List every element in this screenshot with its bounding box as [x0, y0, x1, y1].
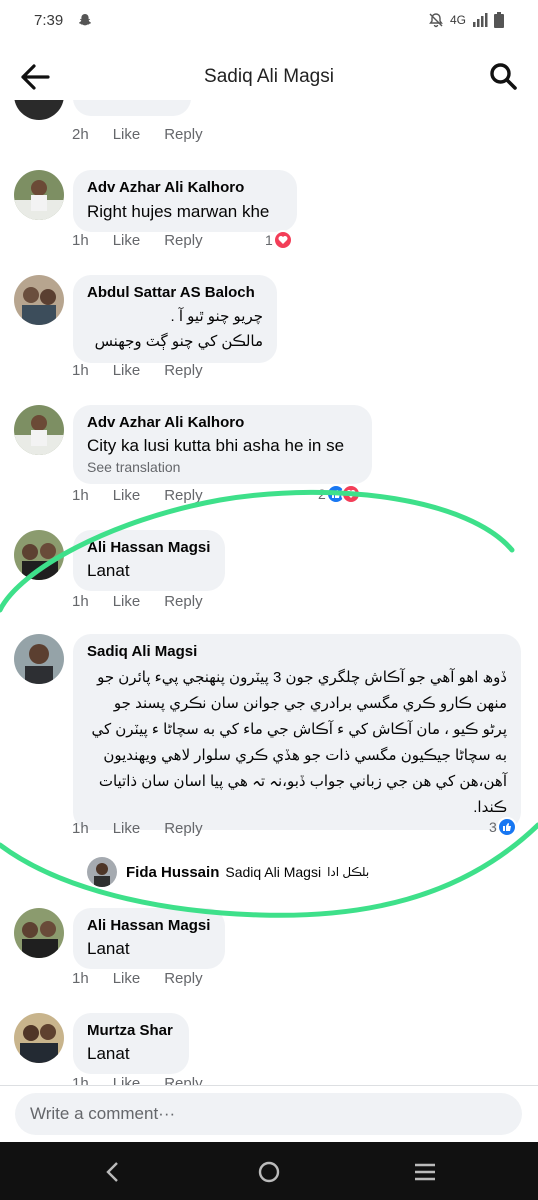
comment-time: 1h [72, 232, 89, 249]
avatar[interactable] [14, 634, 64, 684]
mute-icon [429, 13, 443, 28]
comment-time: 1h [72, 593, 89, 610]
reactions[interactable]: 2 [318, 484, 361, 504]
like-reaction-icon [496, 817, 517, 837]
comment-text: Lanat [87, 1044, 130, 1063]
comment-bubble[interactable]: Ali Hassan Magsi Lanat [73, 908, 225, 969]
comment-bubble[interactable]: Abdul Sattar AS Baloch چريو چنو ٿيو آ . … [73, 275, 277, 363]
avatar[interactable] [14, 1013, 64, 1063]
reply-button[interactable]: Reply [164, 487, 202, 504]
comment-bubble [73, 100, 191, 116]
comment-time: 1h [72, 1075, 89, 1085]
comment-bubble[interactable]: Ali Hassan Magsi Lanat [73, 530, 225, 591]
reaction-count: 2 [318, 486, 326, 502]
comment-author[interactable]: Adv Azhar Ali Kalhoro [87, 178, 283, 197]
comment-time: 1h [72, 820, 89, 837]
avatar[interactable] [14, 170, 64, 220]
comment-text: ڏوھ اھو آھي جو آڪاش چلگري جون 3 پيٽرون پ… [91, 669, 507, 816]
comment-bubble[interactable]: Adv Azhar Ali Kalhoro City ka lusi kutta… [73, 405, 372, 484]
page-title: Sadiq Ali Magsi [204, 66, 334, 87]
like-button[interactable]: Like [113, 232, 141, 249]
reaction-count: 1 [265, 232, 273, 248]
like-button[interactable]: Like [113, 970, 141, 987]
comment-actions: 1h Like Reply [72, 970, 227, 987]
reactions[interactable]: 3 [489, 817, 517, 837]
avatar [14, 100, 64, 120]
comment-text: City ka lusi kutta bhi asha he in se [87, 436, 345, 455]
search-icon[interactable] [488, 61, 518, 91]
avatar[interactable] [14, 405, 64, 455]
like-button[interactable]: Like [113, 362, 141, 379]
comments-feed[interactable]: 2h Like Reply Adv Azhar Ali Kalhoro Righ… [0, 100, 538, 1085]
battery-icon [494, 12, 504, 28]
reply-button[interactable]: Reply [164, 1075, 202, 1085]
comment-time: 1h [72, 970, 89, 987]
comment-bubble[interactable]: Adv Azhar Ali Kalhoro Right hujes marwan… [73, 170, 297, 232]
comment-text: Lanat [87, 939, 130, 958]
nav-recents-icon[interactable] [412, 1159, 438, 1185]
like-button[interactable]: Like [113, 593, 141, 610]
comment-author[interactable]: Abdul Sattar AS Baloch [87, 283, 263, 302]
comment-text: چريو چنو ٿيو آ . مالڪن کي چنو ڳٽ وجهنس [94, 308, 263, 350]
reaction-count: 3 [489, 819, 497, 835]
comment-actions: 2h Like Reply [72, 126, 227, 143]
like-button[interactable]: Like [113, 1075, 141, 1085]
status-time: 7:39 [34, 11, 64, 29]
comment-time: 2h [72, 126, 89, 143]
see-translation-link[interactable]: See translation [87, 459, 358, 475]
avatar [87, 857, 117, 887]
reactions[interactable]: 1 [265, 230, 293, 250]
network-label: 4G [449, 13, 466, 27]
comment-actions: 1h Like Reply [72, 232, 227, 249]
signal-icon [473, 13, 488, 27]
reply-preview[interactable]: Fida Hussain Sadiq Ali Magsi بلڪل ادا [87, 857, 369, 887]
comment-actions: 1h Like Reply [72, 820, 227, 837]
reply-mention: Sadiq Ali Magsi [225, 864, 322, 880]
comment-input[interactable]: Write a comment··· [15, 1093, 522, 1135]
avatar[interactable] [14, 275, 64, 325]
reply-author: Fida Hussain [126, 863, 220, 881]
nav-home-icon[interactable] [256, 1159, 282, 1185]
status-bar: 7:39 4G [0, 0, 538, 40]
snapchat-icon [79, 14, 92, 26]
like-button[interactable]: Like [113, 487, 141, 504]
avatar[interactable] [14, 530, 64, 580]
comment-bubble[interactable]: Murtza Shar Lanat [73, 1013, 189, 1074]
comment-author[interactable]: Sadiq Ali Magsi [87, 642, 507, 661]
status-icons: 4G [428, 12, 504, 28]
avatar[interactable] [14, 908, 64, 958]
comment-time: 1h [72, 362, 89, 379]
comment-bubble[interactable]: Sadiq Ali Magsi ڏوھ اھو آھي جو آڪاش چلگر… [73, 634, 521, 830]
comment-author[interactable]: Murtza Shar [87, 1021, 175, 1040]
reply-button[interactable]: Reply [164, 126, 202, 143]
reply-text: بلڪل ادا [327, 865, 370, 879]
comment-text: Right hujes marwan khe [87, 202, 270, 221]
like-button[interactable]: Like [113, 820, 141, 837]
comment-actions: 1h Like Reply [72, 1075, 227, 1085]
comment-author[interactable]: Adv Azhar Ali Kalhoro [87, 413, 358, 432]
nav-back-icon[interactable] [100, 1159, 126, 1185]
comment-text: Lanat [87, 561, 130, 580]
like-button[interactable]: Like [113, 126, 141, 143]
reply-button[interactable]: Reply [164, 820, 202, 837]
comment-author[interactable]: Ali Hassan Magsi [87, 538, 211, 557]
heart-reaction-icon [340, 484, 361, 504]
reply-button[interactable]: Reply [164, 970, 202, 987]
comment-actions: 1h Like Reply [72, 487, 227, 504]
comment-time: 1h [72, 487, 89, 504]
comment-actions: 1h Like Reply [72, 593, 227, 610]
reply-button[interactable]: Reply [164, 593, 202, 610]
reply-button[interactable]: Reply [164, 362, 202, 379]
comment-composer: Write a comment··· [0, 1085, 538, 1142]
system-nav-bar [0, 1142, 538, 1200]
comment-author[interactable]: Ali Hassan Magsi [87, 916, 211, 935]
reply-button[interactable]: Reply [164, 232, 202, 249]
heart-reaction-icon [272, 230, 293, 250]
comment-actions: 1h Like Reply [72, 362, 227, 379]
